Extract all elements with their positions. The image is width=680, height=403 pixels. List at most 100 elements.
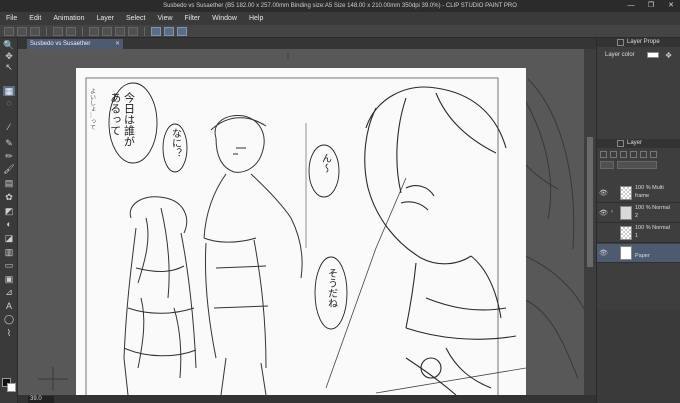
layer-property-title[interactable]: Layer Prope (627, 38, 660, 47)
layer-blend-info: 100 % Normal (635, 225, 670, 231)
snap-to-special-ruler-button[interactable] (164, 26, 174, 36)
layer-name: 2 (635, 213, 639, 219)
menu-bar: File Edit Animation Layer Select View Fi… (0, 12, 680, 25)
eraser-tool[interactable]: ◩ (3, 206, 15, 216)
operation-tool[interactable]: ↖ (3, 62, 15, 72)
menu-layer[interactable]: Layer (96, 15, 114, 22)
palette-icon[interactable]: ❖ (665, 51, 672, 60)
blend-tool[interactable]: ◐ (3, 219, 15, 229)
menu-file[interactable]: File (6, 15, 17, 22)
close-tab-icon[interactable]: ✕ (115, 39, 120, 49)
zoom-level-field[interactable]: 39.0 (28, 396, 54, 403)
clear-outside-button[interactable] (102, 26, 112, 36)
menu-edit[interactable]: Edit (29, 15, 41, 22)
save-button[interactable] (30, 26, 40, 36)
blend-mode-dropdown[interactable] (600, 161, 614, 169)
layer-row[interactable]: 👁 100 % Multi frame (597, 184, 680, 203)
layer-color-swatch[interactable] (647, 52, 659, 58)
clear-button[interactable] (89, 26, 99, 36)
brush-tool[interactable]: 🖌 (3, 164, 15, 174)
visibility-eye-icon[interactable]: 👁 (599, 209, 608, 217)
fill-button[interactable] (115, 26, 125, 36)
close-icon[interactable]: ✕ (664, 0, 678, 12)
window-title-bar: Susbedo vs Susaether (B5 182.00 x 257.00… (0, 0, 680, 12)
correct-line-tool[interactable]: ⌇ (3, 328, 15, 338)
fill-tool[interactable]: ◪ (3, 233, 15, 243)
selection-tool[interactable]: ▦ (3, 86, 15, 96)
pen-tool[interactable]: ✎ (3, 138, 15, 148)
layer-row[interactable]: 👁 › 100 % Normal 2 (597, 204, 680, 223)
layer-name: 1 (635, 233, 639, 239)
layer-row-selected[interactable]: 👁 Paper (597, 244, 680, 263)
figure-tool[interactable]: ▭ (3, 260, 15, 270)
manga-sketch (85, 77, 526, 395)
right-dock: Layer Prope Layer color ❖ Layer 👁 100 % … (596, 38, 680, 403)
layer-panel-empty-area (597, 310, 680, 403)
canvas-area[interactable]: 今日は誰が あるって なに？ よいしょ…って ん〜 そうだね (18, 49, 584, 395)
move-tool[interactable]: ✥ (3, 51, 15, 61)
menu-select[interactable]: Select (126, 15, 145, 22)
text-tool[interactable]: A (3, 301, 15, 311)
airbrush-tool[interactable]: ▤ (3, 178, 15, 188)
menu-window[interactable]: Window (212, 15, 237, 22)
visibility-eye-icon[interactable]: 👁 (599, 189, 608, 197)
layer-blend-info: 100 % Multi (635, 185, 664, 191)
layer-panel-title[interactable]: Layer (627, 139, 642, 148)
balloon-tool[interactable]: ◯ (3, 314, 15, 324)
window-title: Susbedo vs Susaether (B5 182.00 x 257.00… (163, 3, 517, 9)
eyedropper-tool[interactable]: ⁄ (3, 122, 15, 132)
maximize-icon[interactable]: ❐ (644, 0, 658, 12)
undo-button[interactable] (53, 26, 63, 36)
new-file-button[interactable] (4, 26, 14, 36)
layer-blend-row (600, 161, 678, 171)
layer-name: frame (635, 193, 650, 199)
visibility-eye-icon[interactable]: 👁 (599, 249, 608, 257)
layer-name: Paper (635, 253, 650, 259)
toolbar-divider (144, 26, 145, 36)
transform-button[interactable] (128, 26, 138, 36)
ruler-tool[interactable]: ⊿ (3, 287, 15, 297)
document-tab-label: Susbedo vs Susaether (30, 41, 91, 47)
layer-mask-icon[interactable] (630, 151, 637, 158)
lasso-tool[interactable]: ◌ (3, 98, 15, 108)
zoom-tool[interactable]: 🔍 (3, 40, 15, 50)
command-bar (0, 25, 680, 38)
menu-filter[interactable]: Filter (185, 15, 201, 22)
snap-to-ruler-button[interactable] (151, 26, 161, 36)
speech-bubble-3: ん〜 (319, 153, 331, 173)
layer-color-label: Layer color (605, 52, 635, 58)
layer-panel-icon (617, 140, 624, 147)
layer-thumbnail (620, 186, 632, 200)
decoration-tool[interactable]: ✿ (3, 192, 15, 202)
opacity-slider[interactable] (617, 161, 657, 169)
speech-bubble-1: 今日は誰が あるって (108, 92, 136, 147)
minimize-icon[interactable]: — (624, 0, 638, 12)
toolbar-divider (46, 26, 47, 36)
scrollbar-thumb[interactable] (587, 137, 593, 267)
open-file-button[interactable] (17, 26, 27, 36)
new-folder-icon[interactable] (620, 151, 627, 158)
document-tab-bar: Susbedo vs Susaether ✕ (18, 38, 596, 49)
speech-bubble-4: そうだね (325, 268, 337, 308)
menu-animation[interactable]: Animation (53, 15, 84, 22)
menu-view[interactable]: View (157, 15, 172, 22)
snap-to-grid-button[interactable] (177, 26, 187, 36)
sub-color-swatch[interactable] (7, 383, 16, 392)
delete-layer-icon[interactable] (650, 151, 657, 158)
layer-property-icon (617, 39, 624, 46)
frame-tool[interactable]: ▣ (3, 274, 15, 284)
layer-panel-toolbar (597, 150, 680, 160)
redo-button[interactable] (66, 26, 76, 36)
menu-help[interactable]: Help (249, 15, 263, 22)
layer-row[interactable]: 100 % Normal 1 (597, 224, 680, 243)
merge-down-icon[interactable] (640, 151, 647, 158)
new-raster-layer-icon[interactable] (600, 151, 607, 158)
gradient-tool[interactable]: ▥ (3, 247, 15, 257)
folder-expand-icon[interactable]: › (611, 209, 613, 215)
canvas-vertical-scrollbar[interactable] (584, 49, 596, 395)
new-vector-layer-icon[interactable] (610, 151, 617, 158)
window-controls: — ❐ ✕ (624, 0, 678, 12)
canvas-paper[interactable]: 今日は誰が あるって なに？ よいしょ…って ん〜 そうだね (76, 68, 526, 395)
document-tab[interactable]: Susbedo vs Susaether ✕ (27, 39, 123, 49)
pencil-tool[interactable]: ✏ (3, 151, 15, 161)
